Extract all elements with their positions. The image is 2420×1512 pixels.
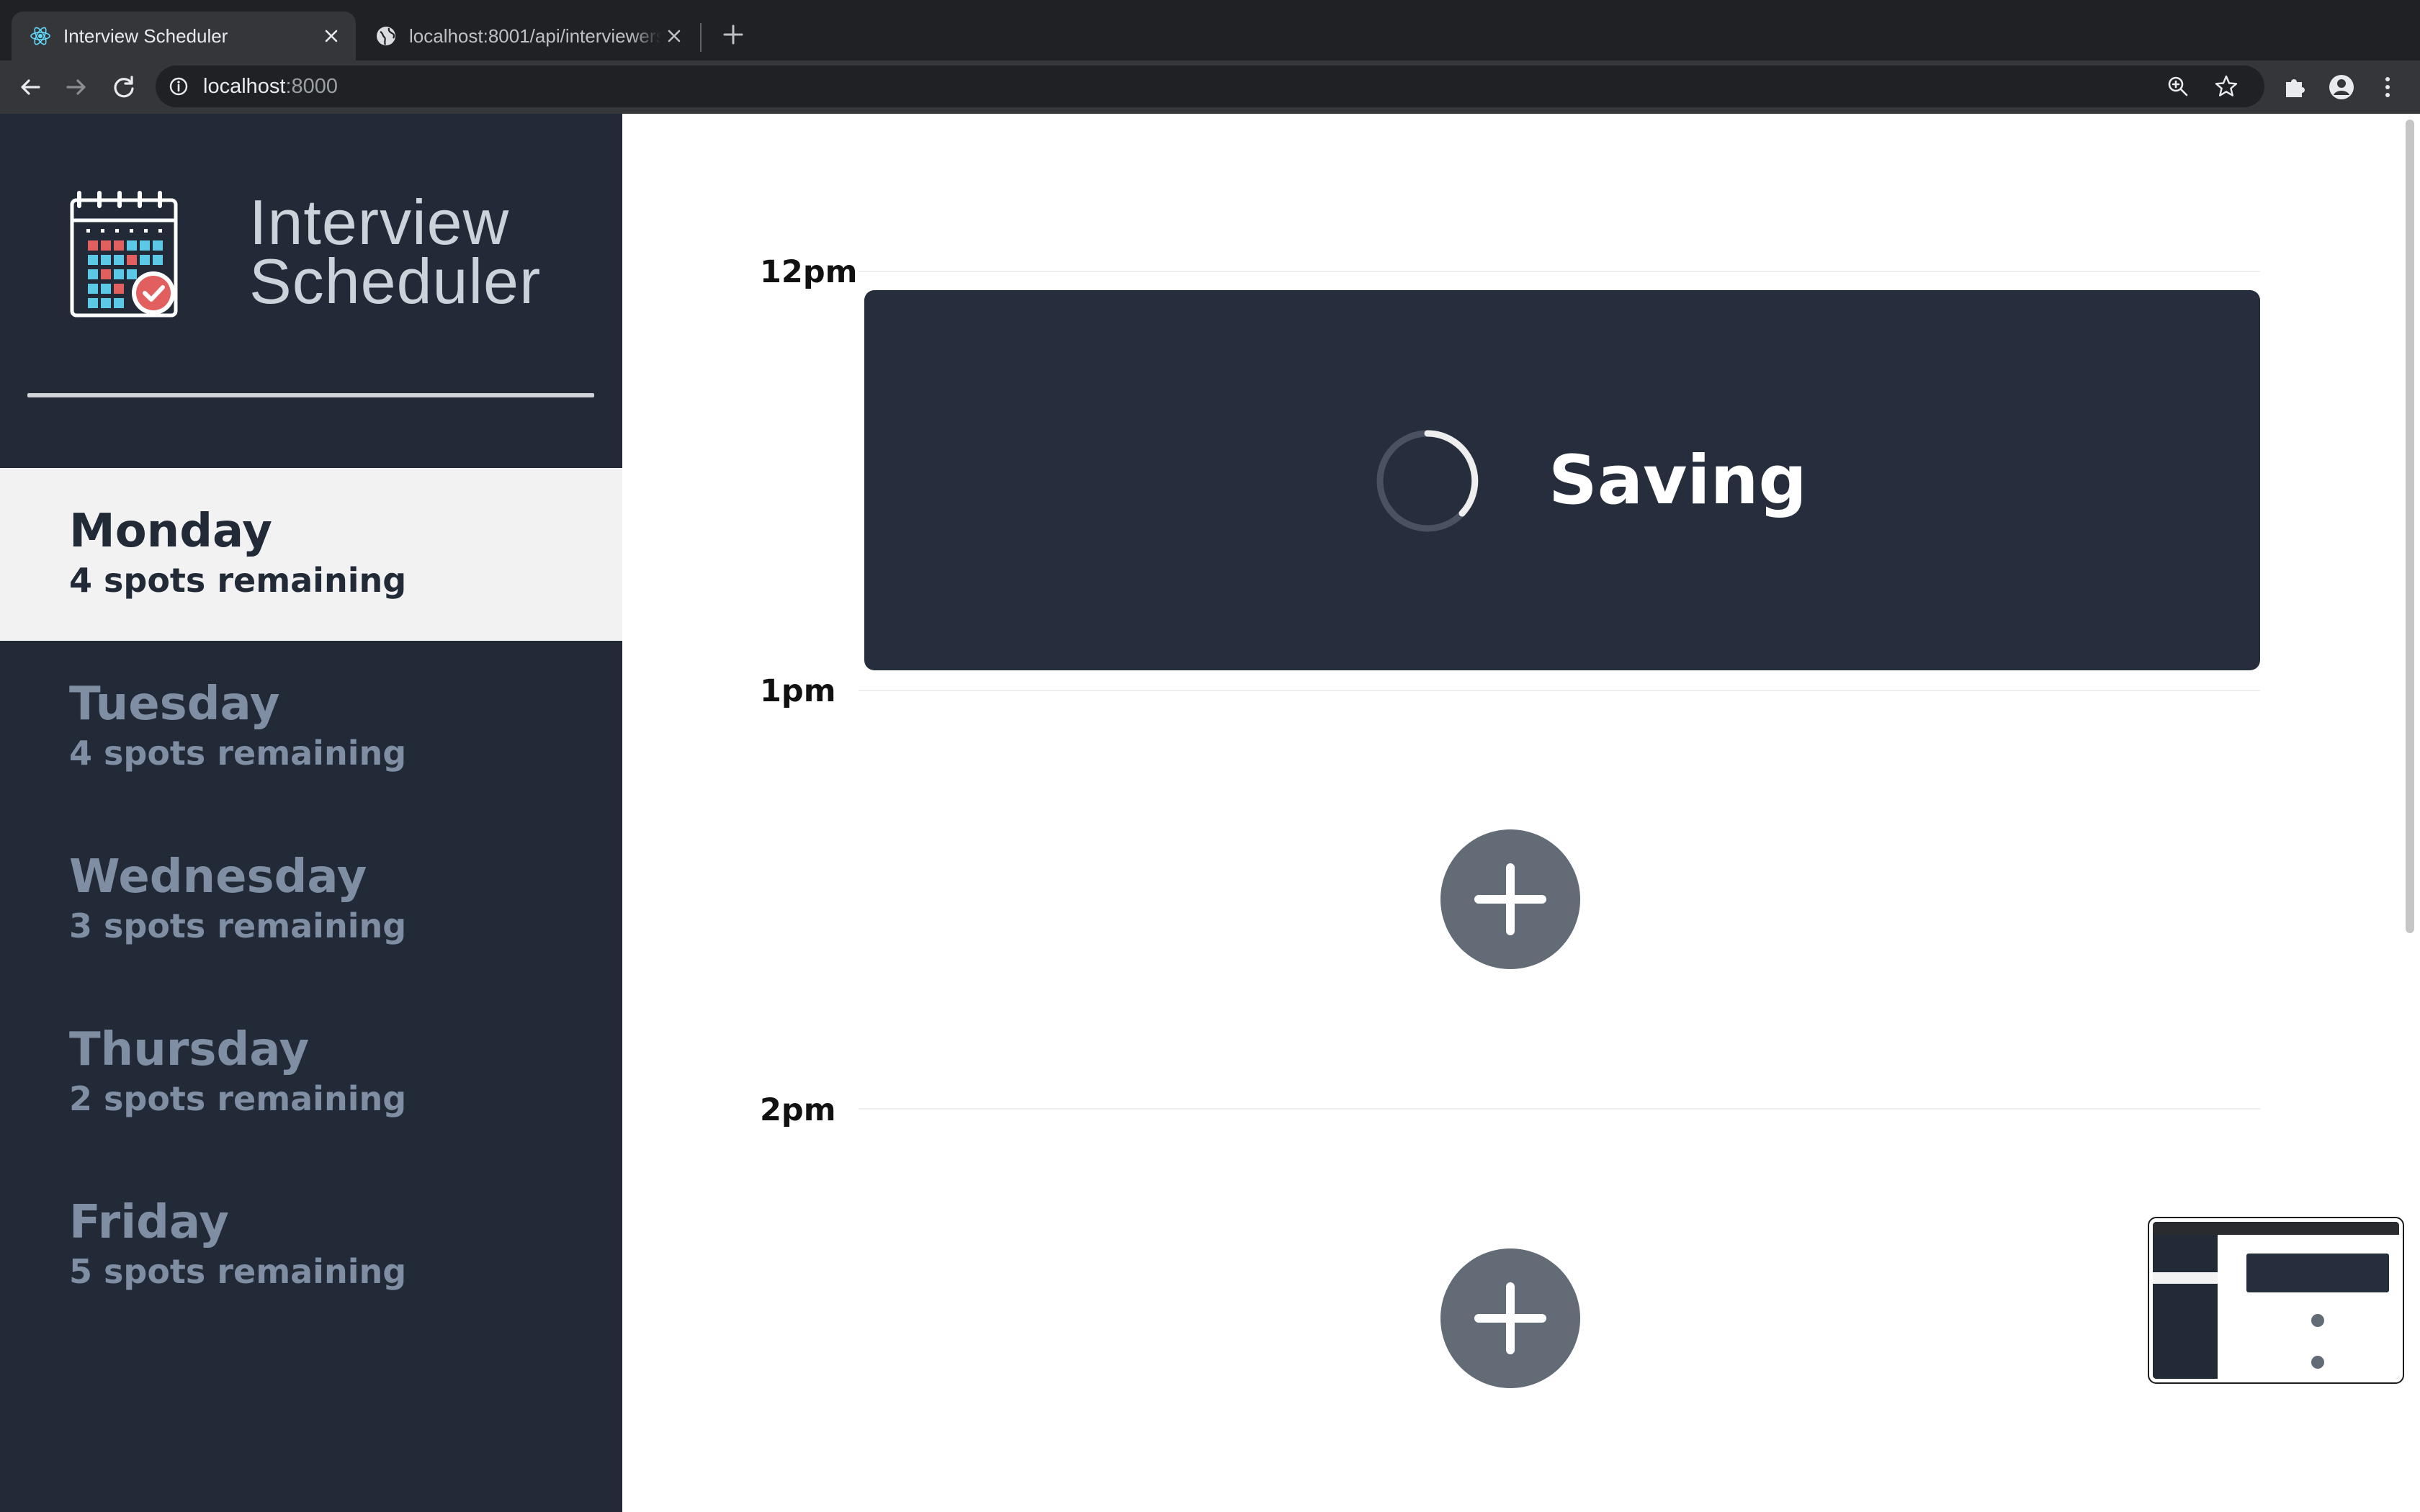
sidebar: Interview Scheduler Monday 4 spots remai…	[0, 114, 622, 1512]
day-spots: 4 spots remaining	[69, 561, 407, 600]
close-icon[interactable]	[321, 26, 341, 46]
brand-line-2: Scheduler	[249, 246, 542, 317]
brand-name: Interview Scheduler	[249, 186, 542, 317]
tab-api-interviewers[interactable]: localhost:8001/api/interviewers	[357, 12, 699, 60]
day-spots: 4 spots remaining	[69, 734, 407, 773]
tab-title: localhost:8001/api/interviewers	[409, 25, 661, 47]
plus-icon	[1474, 1282, 1546, 1354]
close-icon[interactable]	[664, 26, 684, 46]
sidebar-divider	[27, 393, 594, 397]
screenshot-thumbnail[interactable]	[2149, 1218, 2403, 1382]
url-host: localhost	[203, 75, 286, 98]
thumbnail-chrome	[2153, 1222, 2399, 1235]
time-label-12pm: 12pm	[760, 254, 858, 290]
time-divider	[859, 1108, 2260, 1110]
day-item-thursday[interactable]: Thursday 2 spots remaining	[0, 986, 622, 1159]
back-arrow-icon[interactable]	[16, 73, 45, 102]
time-divider	[859, 271, 2260, 272]
thumbnail-add-dot	[2311, 1356, 2324, 1369]
forward-arrow-icon[interactable]	[62, 73, 91, 102]
tab-interview-scheduler[interactable]: Interview Scheduler	[12, 12, 356, 60]
time-label-1pm: 1pm	[760, 673, 836, 709]
zoom-icon[interactable]	[2166, 75, 2190, 98]
address-bar[interactable]: localhost:8000	[156, 66, 2264, 107]
day-name: Monday	[69, 505, 272, 558]
add-appointment-button[interactable]	[1440, 829, 1580, 969]
day-item-tuesday[interactable]: Tuesday 4 spots remaining	[0, 641, 622, 814]
extensions-puzzle-icon[interactable]	[2282, 73, 2309, 101]
react-logo-icon	[30, 27, 50, 45]
time-label-2pm: 2pm	[760, 1092, 836, 1128]
day-spots: 3 spots remaining	[69, 906, 407, 945]
thumbnail-card	[2246, 1254, 2389, 1292]
tab-title: Interview Scheduler	[63, 25, 228, 47]
time-divider	[859, 690, 2260, 691]
bookmark-star-icon[interactable]	[2214, 74, 2238, 99]
info-icon[interactable]	[169, 76, 189, 96]
tab-separator	[700, 23, 702, 52]
url-text[interactable]: localhost:8000	[203, 74, 338, 99]
day-name: Tuesday	[69, 678, 280, 731]
add-appointment-button[interactable]	[1440, 1248, 1580, 1388]
reload-icon[interactable]	[109, 73, 138, 102]
scrollbar-thumb[interactable]	[2406, 120, 2414, 933]
day-name: Wednesday	[69, 850, 367, 904]
plus-icon	[1474, 863, 1546, 935]
thumbnail-selected-day	[2153, 1272, 2218, 1284]
day-name: Friday	[69, 1196, 229, 1249]
thumbnail-add-dot	[2311, 1314, 2324, 1327]
status-text: Saving	[1549, 441, 1807, 520]
day-spots: 5 spots remaining	[69, 1252, 407, 1291]
profile-avatar-icon[interactable]	[2328, 73, 2355, 101]
kebab-menu-icon[interactable]	[2374, 73, 2401, 101]
new-tab-icon[interactable]	[719, 20, 748, 49]
day-item-wednesday[interactable]: Wednesday 3 spots remaining	[0, 814, 622, 986]
loading-spinner-icon	[1376, 430, 1479, 532]
globe-icon	[377, 27, 395, 45]
browser-toolbar: localhost:8000	[0, 60, 2420, 114]
day-name: Thursday	[69, 1023, 310, 1076]
thumbnail-sidebar	[2153, 1235, 2218, 1379]
calendar-check-icon	[70, 191, 178, 318]
day-item-monday[interactable]: Monday 4 spots remaining	[0, 468, 622, 641]
url-port: :8000	[285, 75, 339, 98]
day-item-friday[interactable]: Friday 5 spots remaining	[0, 1159, 622, 1332]
brand-line-1: Interview	[249, 186, 510, 258]
day-spots: 2 spots remaining	[69, 1079, 407, 1118]
browser-tab-strip: Interview Scheduler localhost:8001/api/i…	[0, 0, 2420, 60]
